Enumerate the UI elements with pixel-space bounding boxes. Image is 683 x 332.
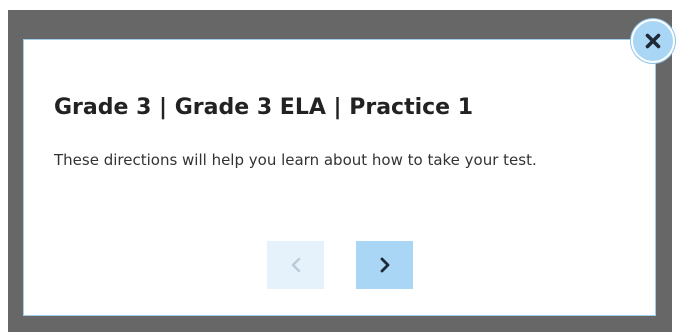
next-button[interactable] <box>356 241 413 289</box>
previous-button[interactable] <box>267 241 324 289</box>
dialog-title: Grade 3 | Grade 3 ELA | Practice 1 <box>54 95 474 120</box>
dialog-message: These directions will help you learn abo… <box>54 151 537 169</box>
directions-dialog: Grade 3 | Grade 3 ELA | Practice 1 These… <box>23 39 656 316</box>
chevron-right-icon <box>380 257 389 273</box>
close-button[interactable] <box>631 19 675 63</box>
close-icon <box>645 33 661 49</box>
chevron-left-icon <box>291 257 300 273</box>
